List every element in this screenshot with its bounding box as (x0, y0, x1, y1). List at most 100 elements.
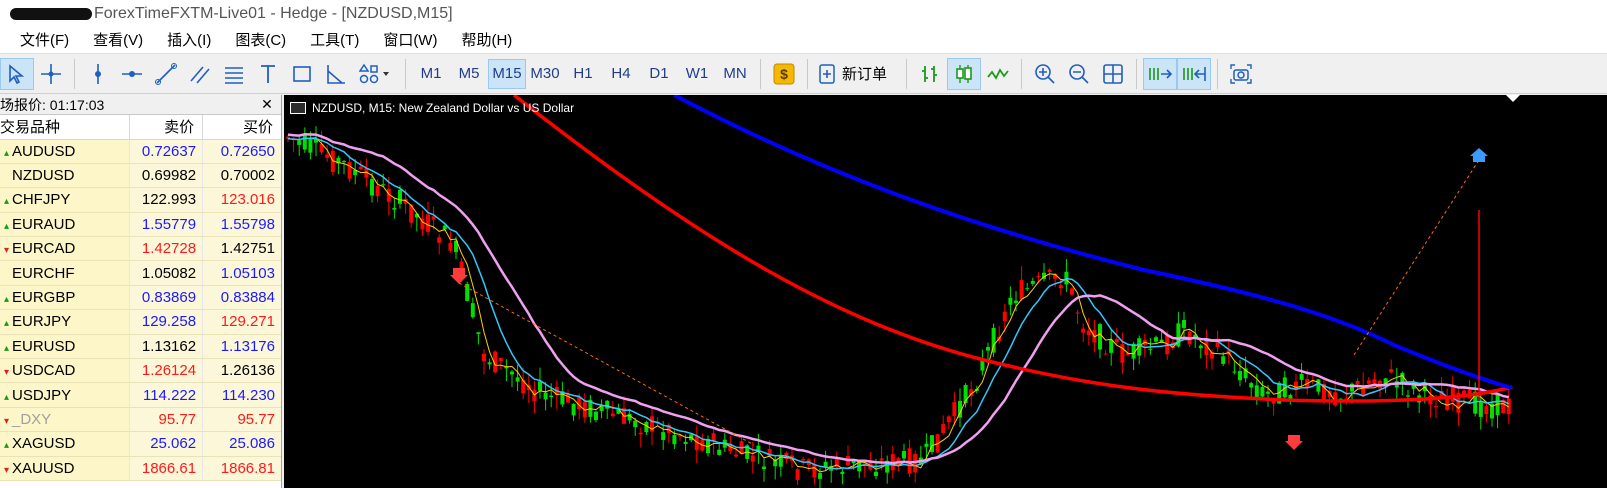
candle-body (902, 451, 906, 459)
ask-cell: 1866.81 (202, 456, 281, 481)
candle-body (1086, 330, 1091, 336)
chart-title: NZDUSD, M15: New Zealand Dollar vs US Do… (312, 101, 575, 115)
angle-tool[interactable] (319, 58, 353, 90)
auto-scroll-button[interactable] (1143, 57, 1177, 90)
table-row[interactable]: ▾ XAUUSD 1866.61 1866.81 (0, 456, 281, 481)
horizontal-line-icon (122, 70, 142, 77)
candle-body (1098, 324, 1102, 350)
timeframe-d1[interactable]: D1 (640, 59, 678, 89)
column-ask[interactable]: 买价 (202, 115, 281, 140)
timeframe-h1[interactable]: H1 (564, 59, 602, 89)
trade-dotted-line (1353, 159, 1480, 356)
timeframe-m30[interactable]: M30 (526, 59, 564, 89)
screenshot-button[interactable] (1224, 58, 1258, 90)
chart-shift-button[interactable] (1177, 57, 1211, 90)
text-icon (261, 64, 275, 83)
close-icon[interactable]: ✕ (259, 96, 275, 113)
timeframe-m15[interactable]: M15 (488, 58, 526, 89)
ask-cell: 114.230 (202, 382, 281, 408)
symbol-cell: ▴ AUDUSD (0, 139, 131, 164)
candle-body (1154, 337, 1158, 342)
menu-file[interactable]: 文件(F) (0, 28, 81, 54)
trading-button[interactable]: $ (767, 58, 801, 90)
up-arrow-icon: ▴ (4, 440, 10, 452)
candlestick-chart-button[interactable] (947, 57, 981, 90)
menu-help[interactable]: 帮助(H) (449, 28, 524, 54)
candle-body (594, 411, 598, 421)
new-order-button[interactable]: 新订单 (814, 58, 900, 90)
timeframe-m1[interactable]: M1 (412, 59, 450, 89)
candle-body (672, 435, 677, 445)
fibonacci-icon (225, 66, 243, 84)
vertical-line-tool[interactable] (81, 58, 115, 90)
menu-view[interactable]: 查看(V) (81, 28, 155, 54)
candle-body (801, 458, 806, 461)
candle-body (325, 154, 330, 158)
candle-body (717, 449, 722, 455)
chart-window[interactable]: NZDUSD, M15: New Zealand Dollar vs US Do… (284, 95, 1607, 488)
table-row[interactable]: ▾ EURCAD 1.42728 1.42751 (0, 236, 281, 262)
candle-body (734, 454, 738, 457)
shapes-tool[interactable] (353, 58, 399, 90)
column-symbol[interactable]: 交易品种 (0, 115, 131, 140)
table-row[interactable]: ▴ EURUSD 1.13162 1.13176 (0, 334, 281, 360)
table-row[interactable]: ▴ EURGBP 0.83869 0.83884 (0, 285, 281, 311)
timeframe-h4[interactable]: H4 (602, 59, 640, 89)
candle-body (750, 455, 755, 462)
table-row[interactable]: ▴ XAGUSD 25.062 25.086 (0, 431, 281, 457)
table-row[interactable]: ▴ USDJPY 114.222 114.230 (0, 382, 281, 408)
candle-body (986, 346, 990, 351)
table-row[interactable]: ▴ EURAUD 1.55779 1.55798 (0, 212, 281, 238)
zoom-in-icon (1035, 63, 1055, 84)
candle-body (1058, 285, 1063, 289)
candle-body (1081, 328, 1086, 333)
market-watch-panel: 场报价: 01:17:03 ✕ 交易品种 卖价 买价 ▴ AUDUSD 0.7263… (0, 95, 282, 488)
timeframe-w1[interactable]: W1 (678, 59, 716, 89)
timeframe-mn[interactable]: MN (716, 59, 754, 89)
crosshair-tool[interactable] (34, 58, 68, 90)
menu-tools[interactable]: 工具(T) (298, 28, 371, 54)
fibonacci-tool[interactable] (217, 58, 251, 90)
bid-cell: 1.26124 (129, 358, 204, 384)
table-row[interactable]: ▴ AUDUSD 0.72637 0.72650 (0, 139, 281, 164)
menu-insert[interactable]: 插入(I) (155, 28, 223, 54)
bid-cell: 114.222 (129, 382, 204, 408)
table-row[interactable]: EURCHF 1.05082 1.05103 (0, 260, 281, 286)
candle-body (1221, 356, 1226, 364)
symbol-name: XAUUSD (12, 459, 75, 477)
cursor-tool[interactable] (0, 57, 34, 90)
bid-cell: 1.42728 (129, 236, 204, 262)
menu-window[interactable]: 窗口(W) (371, 28, 449, 54)
candlestick-chart[interactable] (284, 95, 1607, 488)
table-row[interactable]: ▾ _DXY 95.77 95.77 (0, 407, 281, 433)
table-row[interactable]: ▴ EURJPY 129.258 129.271 (0, 309, 281, 335)
ask-cell: 0.70002 (202, 163, 281, 189)
sell-arrow-icon (450, 268, 468, 284)
vertical-line-icon (95, 63, 101, 84)
horizontal-line-tool[interactable] (115, 58, 149, 90)
table-row[interactable]: ▾ USDCAD 1.26124 1.26136 (0, 358, 281, 384)
table-row[interactable]: ▴ CHFJPY 122.993 123.016 (0, 187, 281, 213)
column-bid[interactable]: 卖价 (129, 115, 204, 140)
symbol-cell: ▴ USDJPY (0, 382, 131, 408)
candle-body (874, 471, 878, 477)
text-tool[interactable] (251, 58, 285, 90)
timeframe-m5[interactable]: M5 (450, 59, 488, 89)
table-row[interactable]: NZDUSD 0.69982 0.70002 (0, 163, 281, 189)
bar-chart-button[interactable] (913, 58, 947, 90)
menu-charts[interactable]: 图表(C) (223, 28, 298, 54)
symbol-name: CHFJPY (12, 191, 71, 209)
chart-window-icon (290, 102, 306, 114)
camera-icon (1230, 63, 1252, 84)
zoom-in-button[interactable] (1028, 58, 1062, 90)
tile-windows-button[interactable] (1096, 58, 1130, 90)
rectangle-tool[interactable] (285, 58, 319, 90)
line-chart-button[interactable] (981, 58, 1015, 90)
zoom-out-button[interactable] (1062, 58, 1096, 90)
candle-body (661, 432, 666, 440)
title-bar: ForexTimeFXTM-Live01 - Hedge - [NZDUSD,M… (0, 0, 1607, 28)
trendline-tool[interactable] (149, 58, 183, 90)
channel-tool[interactable] (183, 58, 217, 90)
symbol-name: USDCAD (12, 362, 76, 380)
candle-body (510, 371, 514, 375)
